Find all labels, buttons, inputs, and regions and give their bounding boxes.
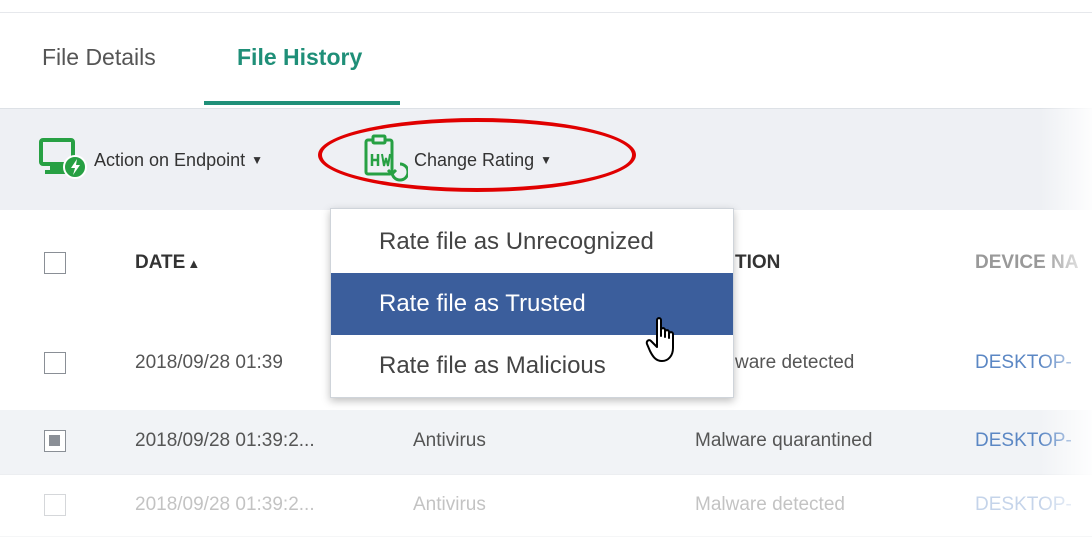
date-cell: 2018/09/28 01:39	[135, 352, 283, 373]
chevron-down-icon: ▼	[251, 153, 264, 167]
date-column-header[interactable]: DATE ▲	[135, 252, 200, 274]
active-tab-indicator	[204, 101, 400, 105]
source-cell: Antivirus	[413, 494, 486, 515]
select-all-checkbox[interactable]	[44, 252, 66, 274]
endpoint-action-icon	[38, 136, 88, 185]
tab-file-history[interactable]: File History	[237, 44, 362, 71]
divider	[0, 12, 1092, 13]
menu-item-rate-unrecognized[interactable]: Rate file as Unrecognized	[331, 211, 733, 273]
sort-ascending-icon: ▲	[187, 256, 201, 271]
action-on-endpoint-button[interactable]: Action on Endpoint ▼	[38, 109, 263, 211]
date-cell: 2018/09/28 01:39:2...	[135, 430, 315, 451]
tab-file-details[interactable]: File Details	[42, 44, 156, 71]
change-rating-button[interactable]: Change Rating ▼	[358, 109, 552, 211]
change-rating-menu: Rate file as Unrecognized Rate file as T…	[330, 208, 734, 398]
source-cell: Antivirus	[413, 430, 486, 451]
action-column-header[interactable]: TION	[735, 252, 780, 274]
action-on-endpoint-label: Action on Endpoint	[94, 149, 246, 170]
row-checkbox[interactable]	[44, 494, 66, 516]
action-cell: Malware quarantined	[695, 430, 873, 451]
action-cell: Malware detected	[695, 494, 845, 515]
change-rating-label: Change Rating	[414, 149, 535, 170]
date-cell: 2018/09/28 01:39:2...	[135, 494, 315, 515]
device-link[interactable]: DESKTOP-	[975, 494, 1072, 516]
chevron-down-icon: ▼	[540, 153, 552, 167]
toolbar: Action on Endpoint ▼ Change Rating ▼	[0, 108, 1092, 211]
action-cell: ware detected	[735, 352, 855, 373]
tab-bar: File Details File History	[0, 0, 1092, 108]
change-rating-icon	[358, 134, 410, 187]
row-checkbox[interactable]	[44, 430, 66, 452]
row-checkbox[interactable]	[44, 352, 66, 374]
table-row[interactable]: 2018/09/28 01:39:2... Antivirus Malware …	[0, 410, 1092, 475]
table-row[interactable]: 2018/09/28 01:39:2... Antivirus Malware …	[0, 474, 1092, 537]
device-link[interactable]: DESKTOP-	[975, 352, 1072, 374]
hand-pointer-icon	[645, 316, 685, 369]
device-name-column-header[interactable]: DEVICE NA	[975, 252, 1078, 274]
date-header-label: DATE	[135, 252, 186, 273]
device-link[interactable]: DESKTOP-	[975, 430, 1072, 452]
